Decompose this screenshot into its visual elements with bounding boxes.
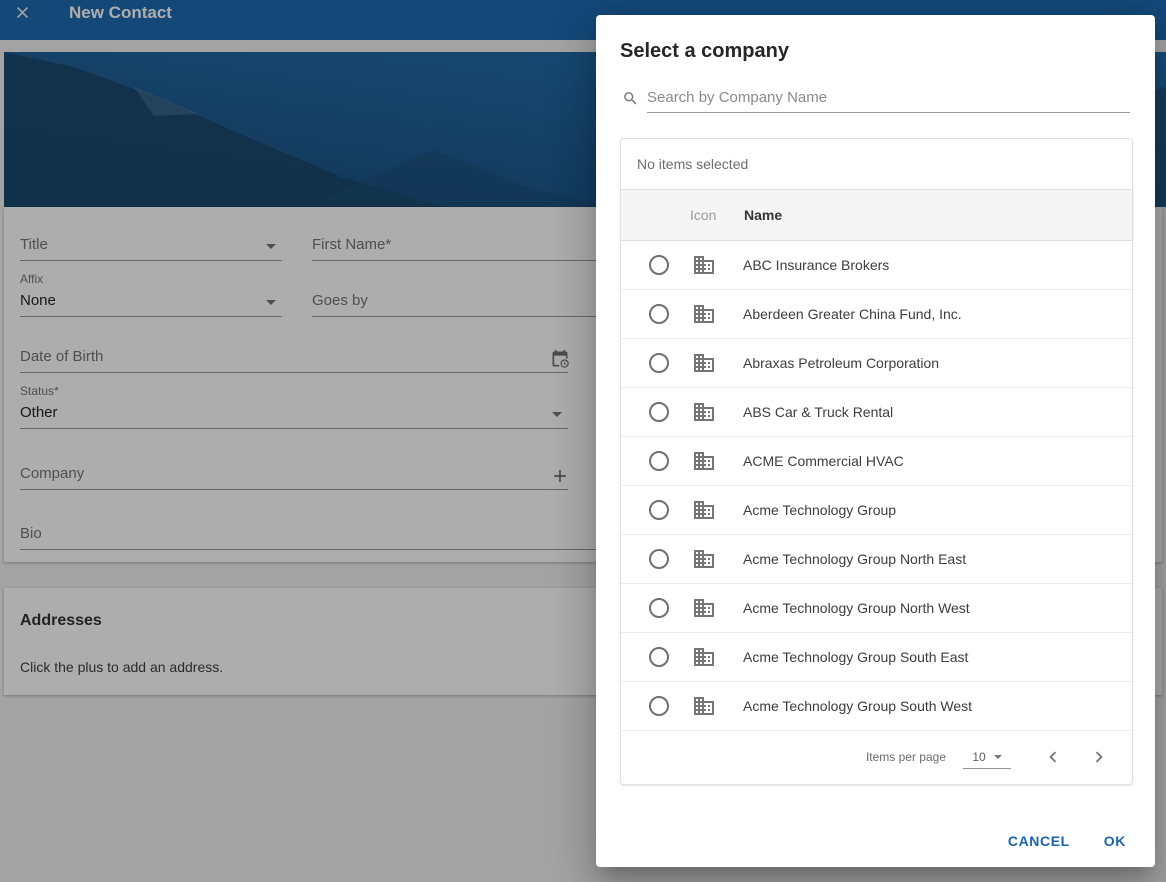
cancel-button[interactable]: CANCEL [999,825,1079,857]
company-name: Aberdeen Greater China Fund, Inc. [743,306,962,322]
radio-button[interactable] [649,647,669,667]
chevron-left-icon [1042,746,1064,768]
radio-button[interactable] [649,304,669,324]
dialog-title: Select a company [620,40,789,63]
company-building-icon [692,694,716,718]
company-name: ACME Commercial HVAC [743,453,904,469]
dialog-actions: CANCEL OK [999,825,1135,857]
radio-button[interactable] [649,402,669,422]
ok-button[interactable]: OK [1095,825,1135,857]
select-company-dialog: Select a company No items selected Icon … [596,15,1155,867]
company-row[interactable]: Acme Technology Group North West [621,584,1132,633]
company-name: Acme Technology Group North East [743,551,966,567]
company-name: Acme Technology Group [743,502,896,518]
column-header-icon: Icon [690,190,716,240]
company-row[interactable]: Acme Technology Group North East [621,535,1132,584]
company-row[interactable]: ACME Commercial HVAC [621,437,1132,486]
company-building-icon [692,351,716,375]
company-building-icon [692,302,716,326]
company-building-icon [692,400,716,424]
next-page-button[interactable] [1083,741,1115,773]
selection-status: No items selected [621,139,1132,190]
company-row[interactable]: Acme Technology Group South West [621,682,1132,731]
company-row[interactable]: Acme Technology Group South East [621,633,1132,682]
company-name: Acme Technology Group South West [743,698,972,714]
company-building-icon [692,596,716,620]
company-building-icon [692,547,716,571]
radio-button[interactable] [649,549,669,569]
search-icon [622,90,639,107]
company-building-icon [692,498,716,522]
company-table-body: ABC Insurance Brokers Aberdeen Greater C… [621,241,1132,731]
page-size-select[interactable]: 10 [963,745,1011,769]
radio-button[interactable] [649,255,669,275]
company-search [620,85,1130,113]
search-input[interactable] [647,87,1130,112]
chevron-right-icon [1088,746,1110,768]
screen: New Contact Title First Name* Affix None [0,0,1166,882]
company-building-icon [692,449,716,473]
company-row[interactable]: Abraxas Petroleum Corporation [621,339,1132,388]
company-row[interactable]: Acme Technology Group [621,486,1132,535]
radio-button[interactable] [649,696,669,716]
company-name: ABC Insurance Brokers [743,257,889,273]
chevron-down-icon [994,755,1002,759]
search-input-underline [647,87,1130,113]
page-size-value: 10 [972,750,985,764]
company-name: ABS Car & Truck Rental [743,404,893,420]
previous-page-button[interactable] [1037,741,1069,773]
company-name: Acme Technology Group South East [743,649,968,665]
radio-button[interactable] [649,353,669,373]
company-name: Abraxas Petroleum Corporation [743,355,939,371]
company-building-icon [692,253,716,277]
table-header: Icon Name [621,190,1132,241]
company-table: No items selected Icon Name ABC Insuranc… [620,138,1133,785]
items-per-page-label: Items per page [866,750,946,764]
column-header-name: Name [744,190,782,240]
radio-button[interactable] [649,500,669,520]
radio-button[interactable] [649,598,669,618]
company-building-icon [692,645,716,669]
company-row[interactable]: Aberdeen Greater China Fund, Inc. [621,290,1132,339]
company-row[interactable]: ABC Insurance Brokers [621,241,1132,290]
radio-button[interactable] [649,451,669,471]
company-row[interactable]: ABS Car & Truck Rental [621,388,1132,437]
company-name: Acme Technology Group North West [743,600,970,616]
paginator: Items per page 10 [621,731,1132,783]
